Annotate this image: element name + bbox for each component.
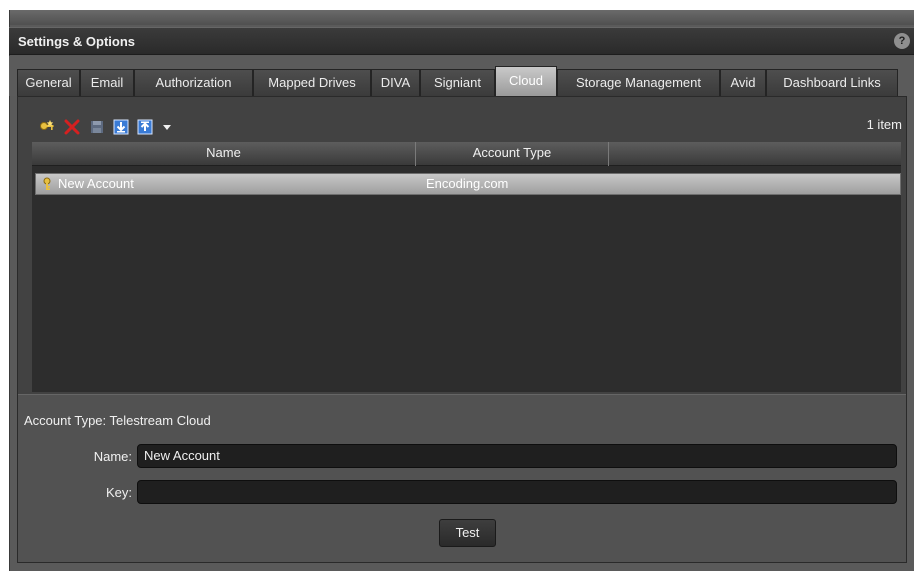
tab-strip: General Email Authorization Mapped Drive… (9, 56, 914, 96)
title-bar: Settings & Options ? (9, 27, 914, 55)
export-icon[interactable] (136, 118, 154, 136)
key-icon (42, 177, 52, 194)
top-band (10, 10, 914, 25)
key-field[interactable] (137, 480, 897, 504)
dropdown-arrow-icon[interactable] (158, 118, 176, 136)
toolbar: 1 item (18, 97, 906, 142)
tab-dashboard-links[interactable]: Dashboard Links (766, 69, 898, 96)
tab-signiant[interactable]: Signiant (420, 69, 495, 96)
tab-authorization[interactable]: Authorization (134, 69, 253, 96)
key-label: Key: (105, 485, 132, 500)
row-name-cell: New Account (58, 176, 134, 191)
item-count: 1 item (866, 117, 902, 132)
help-icon[interactable]: ? (894, 33, 910, 49)
tab-general[interactable]: General (17, 69, 80, 96)
tab-storage-management[interactable]: Storage Management (557, 69, 720, 96)
tab-mapped-drives[interactable]: Mapped Drives (253, 69, 371, 96)
table-row[interactable]: New Account Encoding.com (35, 173, 901, 195)
import-icon[interactable] (112, 118, 130, 136)
test-button[interactable]: Test (439, 519, 496, 547)
new-account-icon[interactable] (38, 118, 56, 136)
details-panel: Account Type: Telestream Cloud Name: New… (18, 394, 906, 562)
grid-header: Name Account Type (32, 142, 901, 166)
tab-avid[interactable]: Avid (720, 69, 766, 96)
tab-cloud[interactable]: Cloud (495, 66, 557, 96)
save-icon[interactable] (88, 118, 106, 136)
tab-diva[interactable]: DIVA (371, 69, 420, 96)
column-header-account-type[interactable]: Account Type (416, 142, 609, 166)
tab-email[interactable]: Email (80, 69, 134, 96)
name-label: Name: (93, 449, 132, 464)
row-account-type-cell: Encoding.com (426, 176, 509, 191)
column-header-name[interactable]: Name (32, 142, 416, 166)
delete-icon[interactable] (63, 118, 81, 136)
accounts-grid: Name Account Type New Account Encoding.c… (32, 142, 901, 392)
name-field[interactable]: New Account (137, 444, 897, 468)
account-type-label: Account Type: Telestream Cloud (24, 413, 211, 428)
cloud-tab-content: 1 item Name Account Type New Account Enc… (17, 96, 907, 563)
window-title: Settings & Options (18, 34, 135, 49)
